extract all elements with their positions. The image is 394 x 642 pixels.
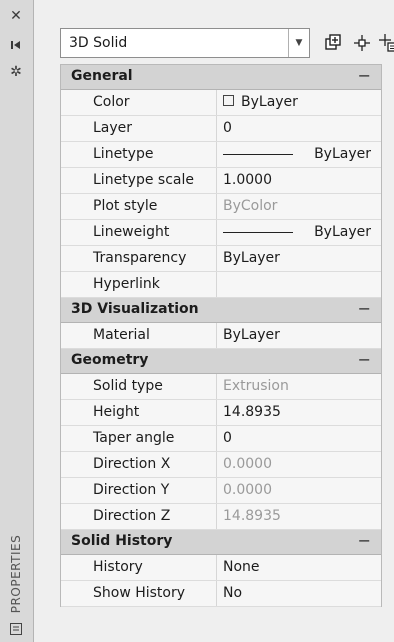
property-value[interactable]: [217, 272, 381, 297]
property-value[interactable]: ByLayer: [217, 142, 381, 167]
property-label: Lineweight: [61, 220, 217, 245]
property-value[interactable]: ByLayer: [217, 246, 381, 271]
property-value-text: ByLayer: [314, 146, 371, 162]
property-row-solid-type[interactable]: Solid type Extrusion: [61, 374, 381, 400]
properties-panel: 3D Solid ▼ General − Color ByLayer Layer…: [34, 0, 394, 642]
property-value: Extrusion: [223, 378, 289, 394]
property-value[interactable]: 0: [217, 116, 381, 141]
property-label: Transparency: [61, 246, 217, 271]
property-row-direction-x[interactable]: Direction X 0.0000: [61, 452, 381, 478]
collapse-icon[interactable]: −: [358, 350, 371, 369]
property-row-lineweight[interactable]: Lineweight ByLayer: [61, 220, 381, 246]
property-label: Linetype scale: [61, 168, 217, 193]
property-value-text: ByLayer: [314, 224, 371, 240]
palette-title-text: PROPERTIES: [9, 534, 23, 614]
property-row-direction-y[interactable]: Direction Y 0.0000: [61, 478, 381, 504]
property-grid: General − Color ByLayer Layer 0 Linetype…: [60, 64, 382, 607]
select-objects-icon[interactable]: [350, 31, 374, 55]
quick-select-icon[interactable]: [376, 31, 394, 55]
collapse-icon[interactable]: −: [358, 299, 371, 318]
collapse-icon[interactable]: −: [358, 66, 371, 85]
property-row-linetype-scale[interactable]: Linetype scale 1.0000: [61, 168, 381, 194]
auto-hide-icon[interactable]: [8, 37, 24, 53]
object-type-value: 3D Solid: [69, 35, 128, 51]
palette-title: PROPERTIES: [2, 534, 30, 614]
linetype-preview: [223, 154, 293, 155]
settings-icon[interactable]: ✲: [8, 64, 24, 80]
property-value[interactable]: 1.0000: [217, 168, 381, 193]
property-row-linetype[interactable]: Linetype ByLayer: [61, 142, 381, 168]
property-label: Layer: [61, 116, 217, 141]
property-value[interactable]: None: [217, 555, 381, 580]
property-label: Height: [61, 400, 217, 425]
property-value[interactable]: ByLayer: [217, 323, 381, 348]
property-value: 14.8935: [223, 508, 281, 524]
property-value[interactable]: ByLayer: [217, 90, 381, 115]
toolbar: 3D Solid ▼: [60, 28, 394, 60]
property-value[interactable]: 14.8935: [217, 400, 381, 425]
property-value: ByColor: [223, 198, 278, 214]
property-value[interactable]: 0: [217, 426, 381, 451]
property-value: 0.0000: [223, 482, 272, 498]
category-title: General: [71, 68, 133, 84]
palette-title-bar: ✕ ✲ PROPERTIES: [0, 0, 34, 642]
category-solid-history[interactable]: Solid History −: [61, 530, 381, 555]
property-row-transparency[interactable]: Transparency ByLayer: [61, 246, 381, 272]
property-label: Direction Y: [61, 478, 217, 503]
property-label: Material: [61, 323, 217, 348]
property-row-layer[interactable]: Layer 0: [61, 116, 381, 142]
property-label: Taper angle: [61, 426, 217, 451]
property-row-taper-angle[interactable]: Taper angle 0: [61, 426, 381, 452]
lineweight-preview: [223, 232, 293, 233]
property-row-color[interactable]: Color ByLayer: [61, 90, 381, 116]
property-row-material[interactable]: Material ByLayer: [61, 323, 381, 349]
close-icon[interactable]: ✕: [8, 8, 24, 24]
category-title: Geometry: [71, 352, 149, 368]
object-type-dropdown[interactable]: 3D Solid ▼: [60, 28, 310, 58]
category-title: Solid History: [71, 533, 173, 549]
category-title: 3D Visualization: [71, 301, 199, 317]
property-label: Linetype: [61, 142, 217, 167]
palette-icon[interactable]: [8, 621, 24, 637]
property-label: History: [61, 555, 217, 580]
property-label: Color: [61, 90, 217, 115]
property-label: Show History: [61, 581, 217, 606]
collapse-icon[interactable]: −: [358, 531, 371, 550]
property-row-hyperlink[interactable]: Hyperlink: [61, 272, 381, 298]
property-label: Hyperlink: [61, 272, 217, 297]
property-value-text: ByLayer: [241, 94, 298, 110]
property-label: Solid type: [61, 374, 217, 399]
color-swatch-icon: [223, 95, 234, 106]
category-3d-visualization[interactable]: 3D Visualization −: [61, 298, 381, 323]
property-row-direction-z[interactable]: Direction Z 14.8935: [61, 504, 381, 530]
property-value[interactable]: No: [217, 581, 381, 606]
property-label: Direction Z: [61, 504, 217, 529]
property-row-show-history[interactable]: Show History No: [61, 581, 381, 607]
property-value: 0.0000: [223, 456, 272, 472]
property-row-plot-style[interactable]: Plot style ByColor: [61, 194, 381, 220]
property-label: Direction X: [61, 452, 217, 477]
category-geometry[interactable]: Geometry −: [61, 349, 381, 374]
category-general[interactable]: General −: [61, 65, 381, 90]
chevron-down-icon[interactable]: ▼: [288, 29, 309, 57]
toggle-pickadd-icon[interactable]: [320, 31, 344, 55]
property-value[interactable]: ByLayer: [217, 220, 381, 245]
property-row-height[interactable]: Height 14.8935: [61, 400, 381, 426]
property-row-history[interactable]: History None: [61, 555, 381, 581]
property-label: Plot style: [61, 194, 217, 219]
